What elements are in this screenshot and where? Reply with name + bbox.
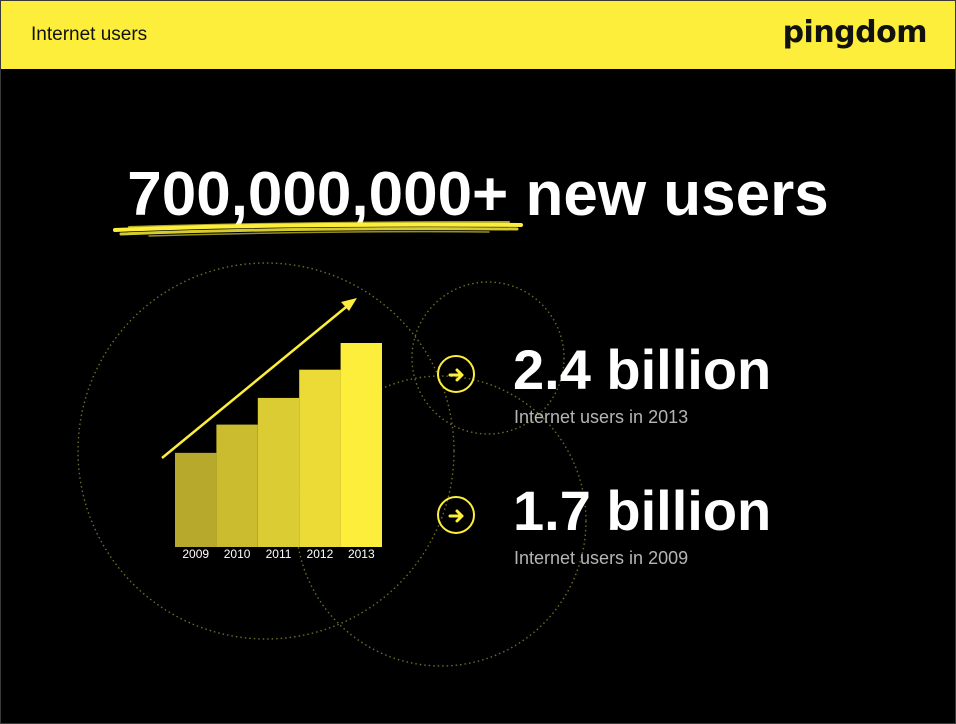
arrow-right-circle-icon [437, 355, 475, 393]
bar-2013 [340, 343, 382, 547]
x-tick-label: 2011 [266, 547, 292, 561]
stat-caption: Internet users in 2009 [514, 548, 689, 568]
stat-caption: Internet users in 2013 [514, 407, 689, 427]
bar-2012 [299, 369, 341, 547]
bar-2009 [175, 452, 217, 547]
bar-2010 [216, 424, 258, 547]
slide: Internet users pingdom 700,000,000+ new … [0, 0, 956, 724]
bar-2011 [257, 397, 300, 547]
stat-value: 2.4 billion [513, 338, 772, 401]
bar-chart: 2009 2010 2011 2012 2013 [161, 298, 382, 561]
stat-value: 1.7 billion [513, 479, 772, 542]
x-tick-label: 2013 [348, 547, 375, 561]
x-tick-label: 2010 [224, 547, 251, 561]
x-tick-label: 2009 [182, 547, 209, 561]
arrow-right-circle-icon [437, 496, 475, 534]
x-tick-label: 2012 [307, 547, 334, 561]
